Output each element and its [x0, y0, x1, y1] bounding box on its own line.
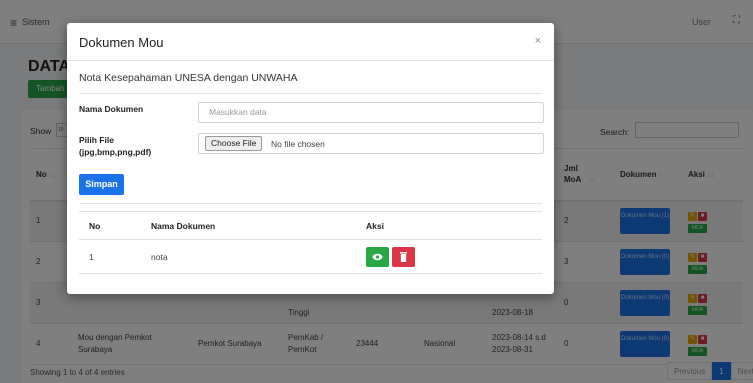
col-aksi: Aksi [356, 211, 542, 240]
table-row: 1 nota [79, 239, 542, 274]
view-button[interactable] [366, 246, 389, 267]
dokumen-list-table: No Nama Dokumen Aksi 1 nota [79, 211, 542, 274]
modal-header: Dokumen Mou × [67, 23, 554, 61]
col-nama-dokumen: Nama Dokumen [141, 211, 356, 240]
eye-icon [372, 253, 383, 260]
close-icon[interactable]: × [535, 35, 541, 47]
dokumen-mou-modal: Dokumen Mou × Nota Kesepahaman UNESA den… [67, 23, 554, 294]
pilih-file-label: Pilih File (jpg,bmp,png,pdf) [79, 135, 152, 157]
simpan-button[interactable]: Simpan [79, 174, 124, 195]
choose-file-button[interactable]: Choose File [205, 136, 263, 151]
file-input[interactable]: Choose File No file chosen [198, 133, 544, 154]
cell-nama: nota [141, 239, 356, 274]
divider [79, 93, 542, 94]
col-no: No [79, 211, 141, 240]
nama-dokumen-label: Nama Dokumen [79, 104, 144, 114]
trash-icon [400, 251, 407, 262]
file-status: No file chosen [271, 139, 325, 149]
table-header-row: No Nama Dokumen Aksi [79, 211, 542, 240]
modal-subtitle: Nota Kesepahaman UNESA dengan UNWAHA [79, 72, 298, 84]
delete-button[interactable] [392, 246, 415, 267]
nama-dokumen-input[interactable]: Masukkan data [198, 102, 544, 123]
divider [79, 203, 542, 204]
cell-no: 1 [79, 239, 141, 274]
modal-title: Dokumen Mou [79, 35, 164, 50]
cell-aksi [356, 239, 542, 274]
